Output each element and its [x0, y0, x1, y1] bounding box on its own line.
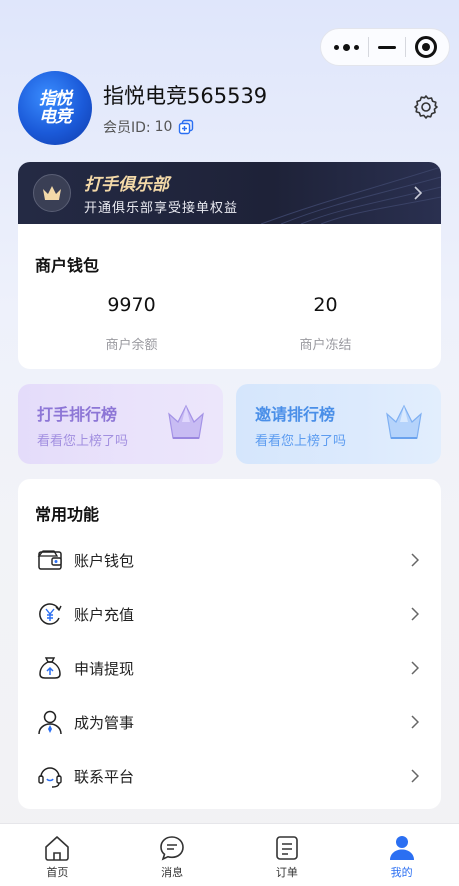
menu-item-label: 联系平台	[74, 767, 135, 786]
wallet-balance[interactable]: 9970 商户余额	[26, 294, 237, 353]
headset-icon	[38, 767, 62, 788]
user-icon	[38, 710, 62, 735]
chevron-right-icon	[411, 715, 419, 729]
crown-3d-icon	[168, 404, 204, 439]
ranking-title: 打手排行榜	[37, 405, 118, 424]
ranking-subtitle: 看看您上榜了吗	[37, 434, 129, 449]
withdraw-bag-icon	[39, 657, 61, 679]
tab-label: 订单	[275, 866, 298, 879]
tab-messages[interactable]: 消息	[115, 824, 230, 886]
copy-icon[interactable]	[178, 119, 194, 135]
merchant-wallet-card: 商户钱包 9970 商户余额 20 商户冻结	[18, 224, 441, 369]
miniprogram-capsule	[320, 28, 450, 66]
club-subtitle: 开通俱乐部享受接单权益	[84, 201, 239, 216]
player-ranking-card[interactable]: 打手排行榜 看看您上榜了吗	[18, 384, 223, 464]
menu-item-label: 成为管事	[74, 713, 135, 732]
message-icon	[160, 836, 184, 861]
close-circle-icon[interactable]	[414, 36, 437, 58]
crown-icon	[33, 174, 71, 212]
minimize-icon[interactable]	[377, 45, 396, 49]
bottom-tab-bar: 首页 消息 订单 我的	[0, 823, 459, 886]
wallet-title: 商户钱包	[35, 256, 100, 275]
frozen-value: 20	[313, 294, 338, 316]
menu-item-become-manager[interactable]: 成为管事	[18, 695, 441, 749]
menu-item-account-wallet[interactable]: 账户钱包	[18, 533, 441, 587]
invite-ranking-card[interactable]: 邀请排行榜 看看您上榜了吗	[236, 384, 441, 464]
menu-item-recharge[interactable]: 账户充值	[18, 587, 441, 641]
menu-item-label: 账户充值	[74, 605, 135, 624]
wallet-icon	[37, 550, 62, 570]
member-id-value: 10	[154, 119, 173, 135]
chevron-right-icon	[411, 661, 419, 675]
chevron-right-icon	[414, 186, 423, 200]
frozen-label: 商户冻结	[299, 338, 352, 353]
profile-icon	[389, 836, 414, 860]
banner-decoration	[260, 166, 441, 224]
avatar-text-line2: 电竞	[39, 106, 72, 127]
tab-profile[interactable]: 我的	[344, 824, 459, 886]
ranking-subtitle: 看看您上榜了吗	[255, 434, 347, 449]
common-functions-card: 常用功能 账户钱包 账户充值 申请提现 成为管事 联系平台	[18, 479, 441, 809]
tab-home[interactable]: 首页	[0, 824, 115, 886]
avatar[interactable]: 指悦 电竞	[18, 71, 92, 145]
chevron-right-icon	[411, 553, 419, 567]
menu-item-label: 申请提现	[74, 659, 135, 678]
menu-item-label: 账户钱包	[74, 551, 135, 570]
home-icon	[45, 836, 70, 861]
username: 指悦电竞565539	[103, 84, 268, 108]
menu-item-contact-platform[interactable]: 联系平台	[18, 749, 441, 803]
order-icon	[276, 836, 298, 860]
capsule-divider	[367, 37, 369, 57]
member-id: 会员ID: 10	[103, 117, 194, 137]
ranking-title: 邀请排行榜	[255, 405, 336, 424]
tab-label: 我的	[390, 866, 413, 879]
wallet-frozen[interactable]: 20 商户冻结	[220, 294, 431, 353]
tab-orders[interactable]: 订单	[230, 824, 345, 886]
crown-3d-icon	[386, 404, 422, 439]
balance-label: 商户余额	[105, 338, 158, 353]
club-banner[interactable]: 打手俱乐部 开通俱乐部享受接单权益	[18, 162, 441, 224]
club-title: 打手俱乐部	[84, 175, 169, 195]
menu-item-withdraw[interactable]: 申请提现	[18, 641, 441, 695]
member-id-label: 会员ID:	[103, 120, 151, 136]
chevron-right-icon	[411, 769, 419, 783]
gear-icon[interactable]	[413, 94, 439, 120]
capsule-divider	[404, 37, 406, 57]
more-dots-icon[interactable]	[333, 43, 359, 51]
avatar-text-line1: 指悦	[39, 88, 72, 109]
balance-value: 9970	[107, 294, 156, 316]
functions-title: 常用功能	[35, 505, 100, 524]
recharge-icon	[39, 603, 62, 625]
chevron-right-icon	[411, 607, 419, 621]
tab-label: 消息	[161, 866, 184, 879]
tab-label: 首页	[46, 866, 69, 879]
